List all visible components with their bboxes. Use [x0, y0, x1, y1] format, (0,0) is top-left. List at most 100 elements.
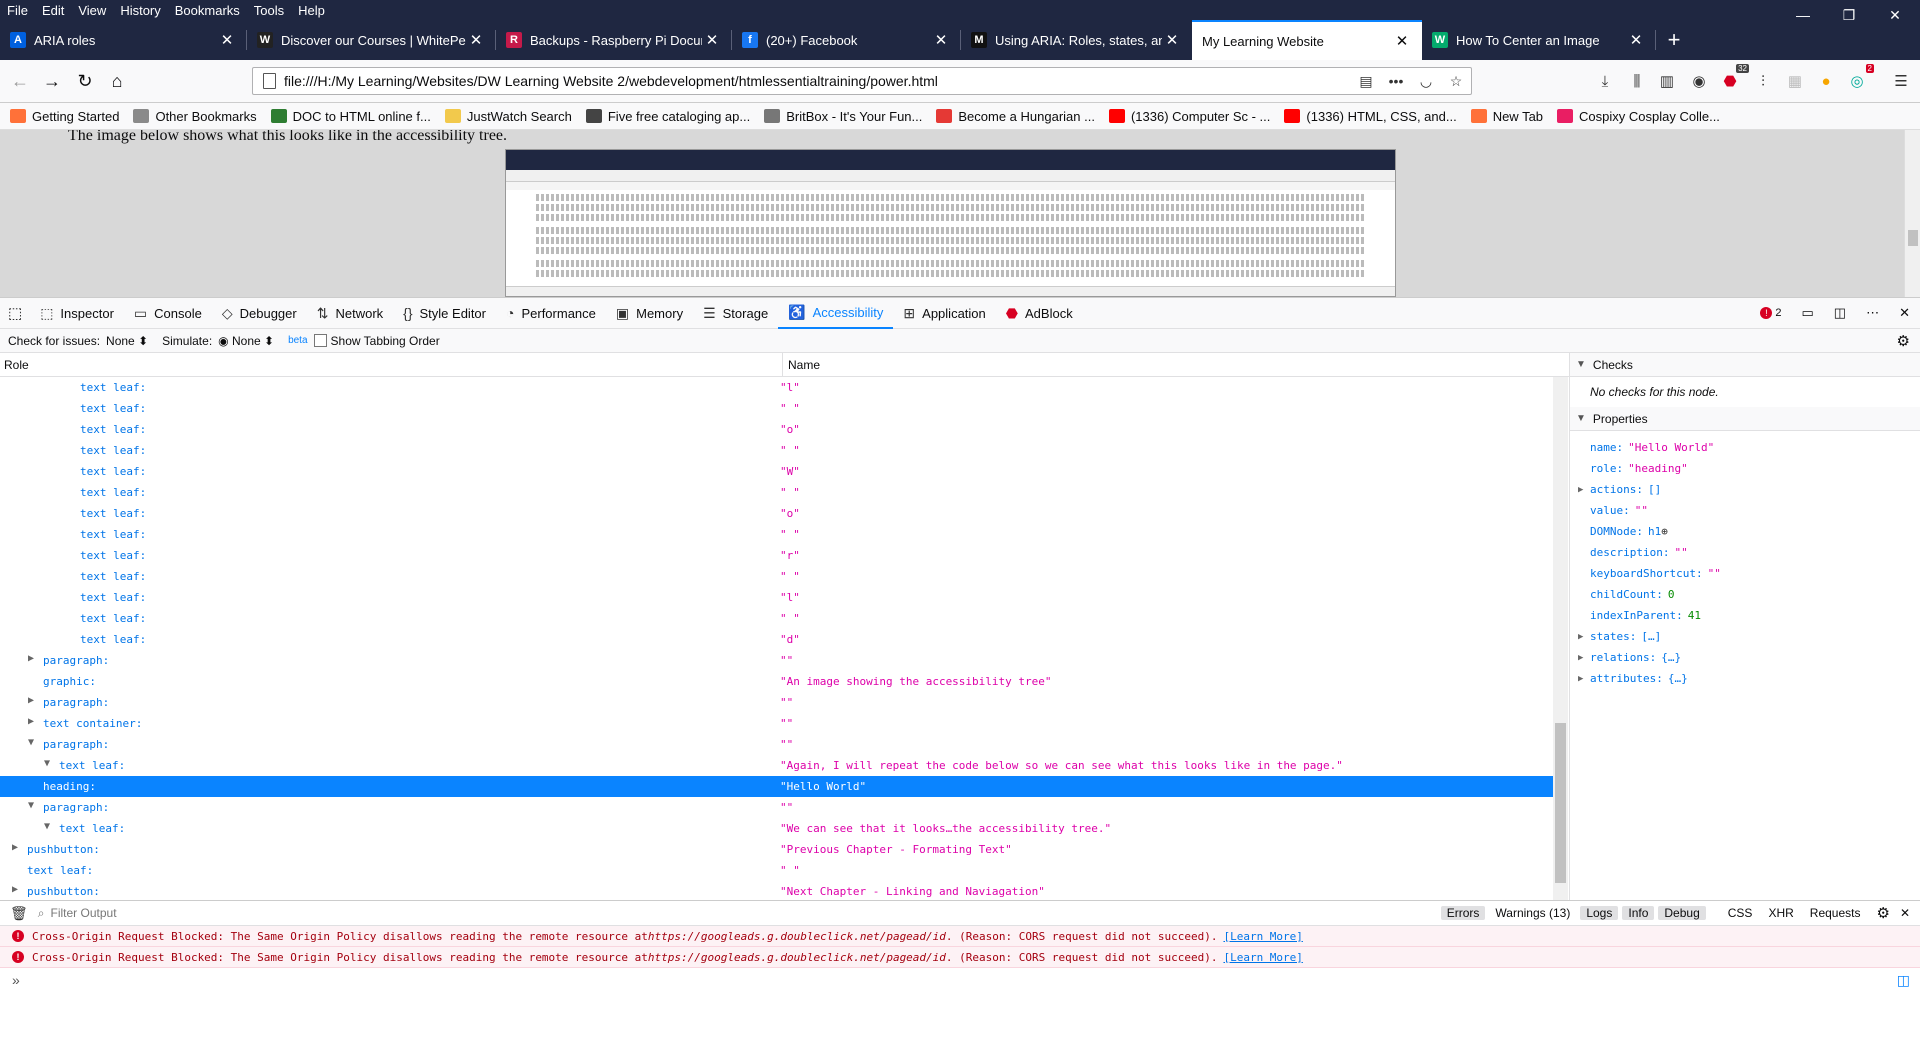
close-tab-icon[interactable]: ✕ — [466, 31, 486, 49]
tree-row[interactable]: text leaf: "d" — [0, 629, 1553, 650]
bookmark-item[interactable]: Getting Started — [10, 109, 119, 124]
collapse-arrow-icon[interactable]: ▼ — [44, 821, 50, 832]
browser-tab[interactable]: W Discover our Courses | WhitePe ✕ — [247, 20, 496, 60]
more-options-icon[interactable]: ⋯ — [1856, 297, 1889, 329]
tree-row[interactable]: ▶ pushbutton: "Previous Chapter - Formatin… — [0, 839, 1553, 860]
split-console-icon[interactable]: ▭ — [1792, 297, 1824, 329]
expand-arrow-icon[interactable]: ▶ — [12, 842, 18, 853]
tree-row[interactable]: text leaf: "W" — [0, 461, 1553, 482]
browser-tab[interactable]: M Using ARIA: Roles, states, and p✕ — [961, 20, 1192, 60]
devtools-tab-console[interactable]: ▭ Console — [124, 297, 212, 329]
tree-row[interactable]: text leaf: "o" — [0, 503, 1553, 524]
console-settings-gear-icon[interactable]: ⚙ — [1876, 904, 1889, 922]
close-tab-icon[interactable]: ✕ — [1392, 32, 1412, 50]
trash-icon[interactable]: 🗑 — [10, 905, 28, 922]
property-row[interactable]: ▶ relations: {…} — [1570, 647, 1920, 668]
close-tab-icon[interactable]: ✕ — [1626, 31, 1646, 49]
console-filter-logs[interactable]: Logs — [1580, 906, 1619, 920]
devtools-tab-network[interactable]: ⇅ Network — [307, 297, 393, 329]
back-arrow-icon[interactable]: ← — [5, 67, 35, 95]
property-row[interactable]: ▶ attributes: {…} — [1570, 668, 1920, 689]
close-devtools-icon[interactable]: ✕ — [1889, 297, 1920, 329]
console-filter-debug[interactable]: Debug — [1658, 906, 1706, 920]
property-row[interactable]: ▶ actions: [] — [1570, 479, 1920, 500]
extension-icon[interactable]: ● — [1815, 70, 1837, 92]
url-text[interactable]: file:///H:/My Learning/Websites/DW Learn… — [284, 73, 1351, 89]
bookmark-item[interactable]: BritBox - It's Your Fun... — [764, 109, 922, 124]
expand-arrow-icon[interactable]: ▶ — [1578, 485, 1583, 495]
tree-row[interactable]: text leaf: " " — [0, 860, 1553, 881]
browser-tab[interactable]: A ARIA roles ✕ — [0, 20, 247, 60]
bookmark-item[interactable]: New Tab — [1470, 109, 1543, 124]
tree-row[interactable]: graphic: "An image showing the accessibil… — [0, 671, 1553, 692]
browser-tab[interactable]: f (20+) Facebook ✕ — [732, 20, 961, 60]
tree-scrollbar[interactable] — [1553, 377, 1568, 900]
expand-arrow-icon[interactable]: ▶ — [1578, 674, 1583, 684]
console-filter-info[interactable]: Info — [1622, 906, 1655, 920]
menu-item-help[interactable]: Help — [291, 3, 332, 18]
menu-item-bookmarks[interactable]: Bookmarks — [168, 3, 247, 18]
console-filter-xhr[interactable]: XHR — [1762, 906, 1799, 920]
downloads-icon[interactable]: ⤓ — [1594, 70, 1616, 92]
property-row[interactable]: ▶ states: […] — [1570, 626, 1920, 647]
tree-row[interactable]: ▶ text container: "" — [0, 713, 1553, 734]
checks-section-header[interactable]: ▼ Checks — [1570, 353, 1920, 377]
tree-row[interactable]: text leaf: "l" — [0, 377, 1553, 398]
devtools-tab-storage[interactable]: ☰ Storage — [693, 297, 778, 329]
page-actions-icon[interactable]: ••• — [1381, 73, 1411, 89]
close-tab-icon[interactable]: ✕ — [931, 31, 951, 49]
learn-more-link[interactable]: [Learn More] — [1223, 951, 1302, 964]
browser-tab[interactable]: My Learning Website ✕ — [1192, 20, 1422, 60]
expand-arrow-icon[interactable]: ▶ — [12, 884, 18, 895]
devtools-tab-debugger[interactable]: ◇ Debugger — [212, 297, 307, 329]
devtools-tab-accessibility[interactable]: ♿ Accessibility — [778, 297, 894, 329]
forward-arrow-icon[interactable]: → — [37, 67, 67, 95]
sidebar-icon[interactable]: ▥ — [1656, 70, 1678, 92]
settings-gear-icon[interactable]: ⚙ — [1897, 332, 1910, 350]
new-tab-icon[interactable]: + — [1656, 20, 1692, 60]
menu-item-tools[interactable]: Tools — [247, 3, 291, 18]
account-icon[interactable]: ◉ — [1688, 70, 1710, 92]
name-column-header[interactable]: Name — [788, 358, 820, 372]
tree-row[interactable]: ▼ paragraph: "" — [0, 797, 1553, 818]
tabbing-order-label[interactable]: Show Tabbing Order — [331, 334, 440, 348]
simulate-select[interactable]: ◉ None ⬍ — [218, 334, 274, 348]
console-input[interactable]: » ◫ — [0, 968, 1920, 992]
tree-row[interactable]: ▶ paragraph: "" — [0, 650, 1553, 671]
tree-row[interactable]: ▶ paragraph: "" — [0, 692, 1553, 713]
close-tab-icon[interactable]: ✕ — [702, 31, 722, 49]
expand-arrow-icon[interactable]: ▶ — [1578, 653, 1583, 663]
page-scrollbar[interactable] — [1904, 130, 1920, 297]
menu-item-edit[interactable]: Edit — [35, 3, 71, 18]
properties-section-header[interactable]: ▼ Properties — [1570, 407, 1920, 431]
console-filter-input[interactable]: Filter Output — [51, 906, 1437, 920]
reader-view-icon[interactable]: ▤ — [1351, 73, 1381, 90]
browser-tab[interactable]: R Backups - Raspberry Pi Docum ✕ — [496, 20, 732, 60]
devtools-tab-inspector[interactable]: ⬚ Inspector — [30, 297, 124, 329]
close-console-icon[interactable]: ✕ — [1900, 906, 1910, 920]
tree-row[interactable]: text leaf: " " — [0, 482, 1553, 503]
scrollbar-thumb[interactable] — [1908, 230, 1918, 246]
tree-row[interactable]: ▼ text leaf: "Again, I will repeat the cod… — [0, 755, 1553, 776]
expand-arrow-icon[interactable]: ▶ — [1578, 632, 1583, 642]
tree-row[interactable]: text leaf: " " — [0, 608, 1553, 629]
bookmark-star-icon[interactable]: ☆ — [1441, 73, 1471, 90]
browser-tab[interactable]: W How To Center an Image ✕ — [1422, 20, 1656, 60]
tree-row[interactable]: ▼ text leaf: "We can see that it looks…the… — [0, 818, 1553, 839]
tree-row[interactable]: text leaf: " " — [0, 398, 1553, 419]
console-filter-requests[interactable]: Requests — [1804, 906, 1867, 920]
tree-row[interactable]: heading: "Hello World" — [0, 776, 1553, 797]
adblock-extension-icon[interactable]: ⬣ 32 — [1719, 64, 1749, 92]
learn-more-link[interactable]: [Learn More] — [1223, 930, 1302, 943]
console-filter-css[interactable]: CSS — [1722, 906, 1759, 920]
devtools-tab-style-editor[interactable]: {} Style Editor — [393, 297, 496, 329]
hamburger-menu-icon[interactable]: ☰ — [1890, 70, 1912, 92]
expand-arrow-icon[interactable]: ▶ — [28, 695, 34, 706]
tree-row[interactable]: text leaf: " " — [0, 440, 1553, 461]
role-column-header[interactable]: Role — [4, 358, 29, 372]
bookmark-item[interactable]: DOC to HTML online f... — [270, 109, 431, 124]
check-issues-select[interactable]: None ⬍ — [106, 334, 148, 348]
expand-arrow-icon[interactable]: ▶ — [28, 653, 34, 664]
pocket-icon[interactable]: ◡ — [1411, 73, 1441, 90]
bookmark-item[interactable]: JustWatch Search — [444, 109, 572, 124]
